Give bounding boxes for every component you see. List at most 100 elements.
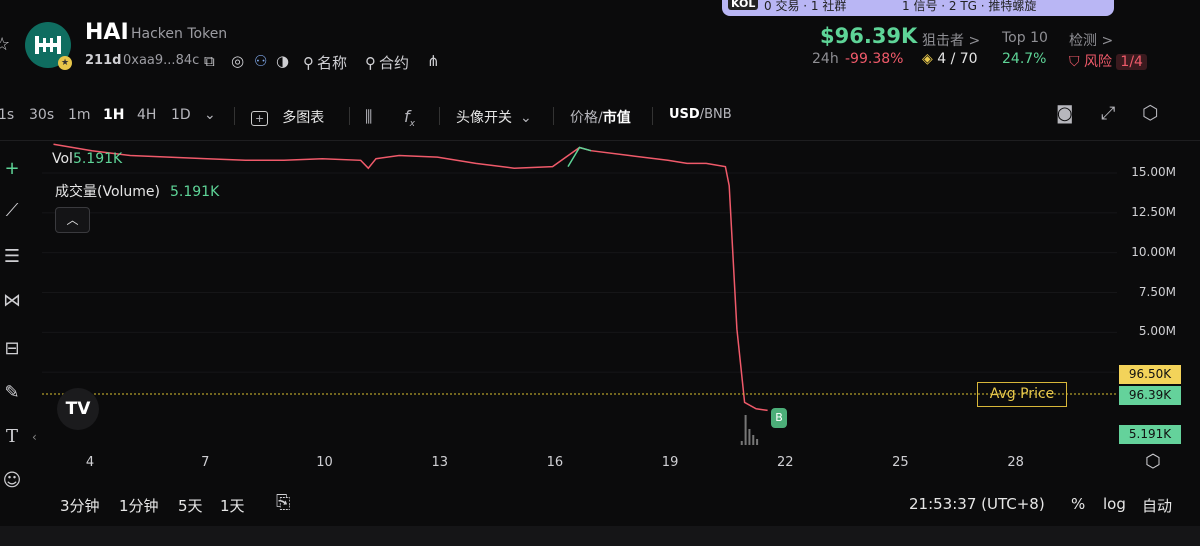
indicator-fx-icon[interactable]: fx [404,107,415,129]
risk-value: 1/4 [1116,54,1147,70]
contract-label: 合约 [379,54,410,72]
percent-toggle[interactable]: % [1071,495,1085,513]
tradingview-logo[interactable]: TV [57,388,99,430]
sniper-count: 4 / 70 [937,51,978,67]
x-tick-label: 10 [316,455,333,470]
token-symbol: HAI [85,20,129,45]
copy-icon[interactable]: ⧉ [204,52,215,70]
price-mcap-toggle[interactable]: 价格/市值 [570,107,631,127]
y-tick-label: 7.50M [1138,284,1176,299]
range-icon[interactable]: ⊟ [0,338,24,359]
star-icon[interactable]: ☆ [0,34,10,55]
chevron-down-icon[interactable]: ⌄ [204,107,216,123]
share-icon[interactable]: ⋔ [427,52,440,70]
toolbar-divider [652,107,653,125]
token-name: Hacken Token [131,26,228,42]
price-option: 价格 [570,110,598,126]
multi-chart-button[interactable]: + 多图表 [251,107,324,127]
toolbar-divider [439,107,440,125]
interval-1h[interactable]: 1H [103,107,124,123]
contract-address: 0xaa9...84c [123,53,200,68]
currency-usd: USD [669,107,700,122]
fullscreen-icon[interactable]: ⤢ [1101,103,1115,124]
current-price-tag: 96.39K [1119,386,1181,405]
interval-1s[interactable]: 1s [0,107,14,123]
change-label: 24h [812,51,839,67]
chart-search-icon[interactable]: ◑ [276,52,289,70]
x-tick-label: 16 [546,455,564,470]
detect-link[interactable]: 检测 > [1069,30,1113,50]
x-tick-label: 4 [85,455,95,470]
avatar-toggle-label: 头像开关 [456,110,512,126]
footer-border [0,526,1200,546]
volume-bar [752,435,755,445]
collapse-indicator-button[interactable]: ︿ [55,207,90,233]
horizontal-lines-icon[interactable]: ☰ [0,246,24,267]
currency-bnb: BNB [704,107,732,122]
top10-value: 24.7% [1002,51,1047,67]
y-tick-label: 5.00M [1138,324,1176,339]
volume-bar [740,441,743,445]
y-tick-label: 10.00M [1131,244,1176,259]
interval-30s[interactable]: 30s [29,107,54,123]
globe-icon[interactable]: ◎ [231,52,244,70]
axis-settings-icon[interactable]: ⬡ [1145,451,1161,472]
collapse-toolbar-icon[interactable]: ‹ [32,430,37,444]
settings-icon[interactable]: ⬡ [1142,102,1159,124]
brush-icon[interactable]: ✎ [0,382,24,403]
avatar-toggle-button[interactable]: 头像开关 ⌄ [456,107,532,127]
toolbar-divider [553,107,554,125]
log-toggle[interactable]: log [1103,495,1126,513]
buy-marker[interactable]: B [771,408,787,428]
user-icon[interactable]: ⚇ [254,52,267,70]
x-tick-label: 7 [201,455,210,470]
risk-shield-icon: ⛉ [1069,54,1080,70]
y-tick-label: 12.50M [1131,204,1176,219]
range-0[interactable]: 3分钟 [60,495,100,516]
change-value: -99.38% [845,51,904,67]
plus-box-icon: + [251,111,269,126]
volume-bar [756,439,759,445]
crosshair-icon[interactable]: + [0,158,24,179]
token-age: 211d [85,53,122,68]
search-name-button[interactable]: ⚲ 名称 [303,52,347,73]
trend-line-icon[interactable]: ⟋ [0,200,24,221]
y-tick-label: 15.00M [1131,165,1176,179]
interval-1d[interactable]: 1D [171,107,191,123]
emoji-icon[interactable]: ☺ [0,470,24,491]
search-contract-button[interactable]: ⚲ 合约 [365,52,409,73]
volume-value: 5.191K [170,184,220,200]
volume-tag: 5.191K [1119,425,1181,444]
range-2[interactable]: 5天 [178,495,203,516]
hacken-logo-icon [35,36,61,54]
camera-icon[interactable]: ◙ [1056,103,1073,124]
risk-indicator[interactable]: ⛉ 风险 1/4 [1069,51,1147,71]
kol-tag: KOL [728,0,759,10]
x-tick-label: 19 [661,455,679,470]
interval-4h[interactable]: 4H [137,107,156,123]
social-banner[interactable]: KOL 0 交易 · 1 社群 1 信号 · 2 TG · 推特螺旋 [722,0,1114,16]
pattern-icon[interactable]: ⋈ [0,290,24,311]
clock: 21:53:37 (UTC+8) [909,495,1045,513]
sniper-value: ◈ 4 / 70 [922,51,978,67]
toolbar-divider [349,107,350,125]
date-range-icon[interactable]: ⎘ [276,492,290,513]
vol-label: Vol5.191K [52,151,122,167]
volume-indicator-label[interactable]: 成交量(Volume) 5.191K [55,181,219,201]
range-1[interactable]: 1分钟 [119,495,159,516]
price-line-up-segment [567,146,592,167]
avg-price-tag: 96.50K [1119,365,1181,384]
top10-label: Top 10 [1002,30,1048,46]
auto-toggle[interactable]: 自动 [1142,495,1172,516]
banner-right-text: 1 信号 · 2 TG · 推特螺旋 [902,0,1037,13]
currency-toggle[interactable]: USD/BNB [669,107,732,122]
sniper-link[interactable]: 狙击者 > [922,30,980,50]
candle-type-icon[interactable]: ⫼ [365,107,372,127]
risk-label: 风险 [1083,54,1112,70]
vol-prefix: Vol [52,151,73,167]
text-tool-icon[interactable]: T [0,426,24,447]
vol-value: 5.191K [72,151,123,167]
interval-1m[interactable]: 1m [68,107,91,123]
volume-bar [744,415,747,445]
range-3[interactable]: 1天 [220,495,245,516]
